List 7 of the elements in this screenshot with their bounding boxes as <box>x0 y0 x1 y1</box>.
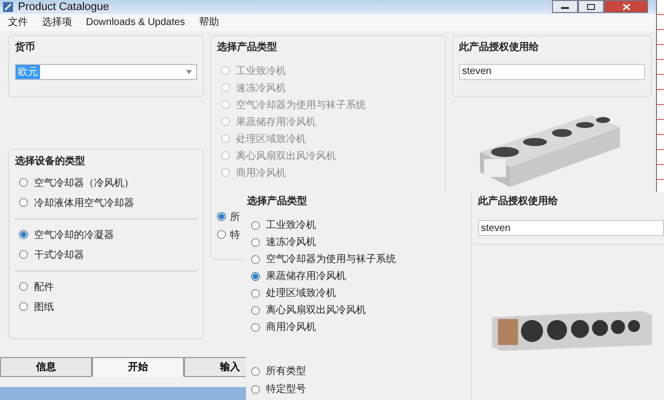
group-title: 此产品授权使用给 <box>478 194 559 208</box>
window-title: Product Catalogue <box>18 0 110 13</box>
group-title: 此产品授权使用给 <box>459 40 540 54</box>
group-title: 货币 <box>15 40 36 54</box>
group-title: 选择设备的类型 <box>15 154 86 168</box>
group-title: 选择产品类型 <box>247 194 308 208</box>
group-title: 选择产品类型 <box>217 40 278 54</box>
